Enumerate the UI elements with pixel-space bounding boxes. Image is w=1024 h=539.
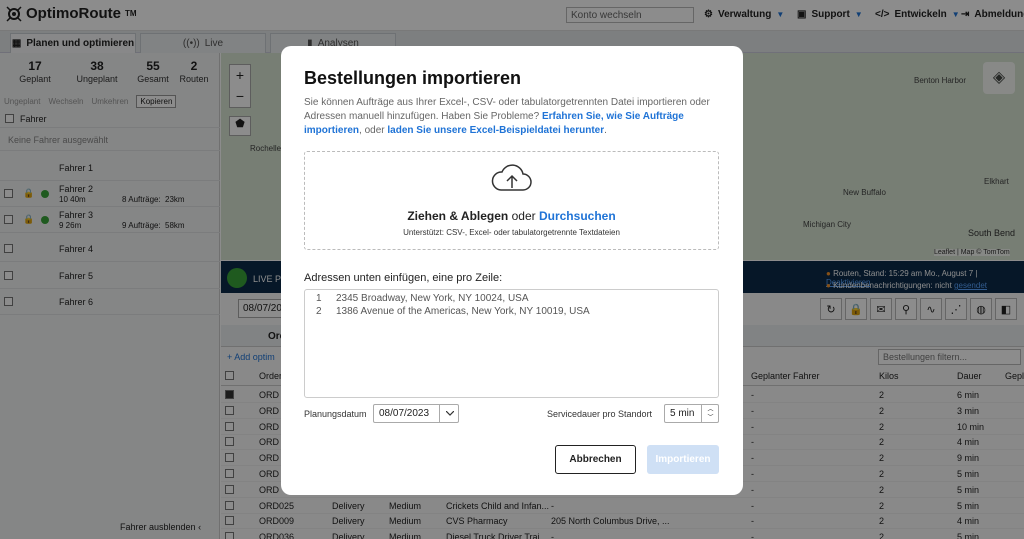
address-line: 1 2345 Broadway, New York, NY 10024, USA bbox=[316, 293, 529, 304]
modal-description: Sie können Aufträge aus Ihrer Excel-, CS… bbox=[304, 97, 710, 136]
download-sample-link[interactable]: laden Sie unsere Excel-Beispieldatei her… bbox=[387, 125, 604, 136]
chevron-up-icon[interactable]: ︿ bbox=[707, 406, 713, 414]
import-button[interactable]: Importieren bbox=[647, 445, 719, 474]
drop-zone-support: Unterstützt: CSV-, Excel- oder tabulator… bbox=[403, 228, 620, 237]
browse-link[interactable]: Durchsuchen bbox=[539, 209, 616, 223]
drop-zone-title: Ziehen & Ablegen oder Durchsuchen bbox=[407, 209, 616, 223]
address-line: 2 1386 Avenue of the Americas, New York, … bbox=[316, 306, 590, 317]
chevron-down-icon[interactable] bbox=[439, 404, 459, 423]
service-duration-label: Servicedauer pro Standort bbox=[547, 409, 653, 419]
modal-title: Bestellungen importieren bbox=[304, 68, 522, 88]
planning-date-label: Planungsdatum bbox=[304, 409, 367, 419]
chevron-down-icon[interactable]: ﹀ bbox=[707, 414, 713, 422]
cloud-upload-icon bbox=[491, 164, 532, 191]
cancel-button[interactable]: Abbrechen bbox=[555, 445, 636, 474]
service-duration-stepper[interactable]: ︿ ﹀ bbox=[701, 404, 719, 423]
paste-label: Adressen unten einfügen, eine pro Zeile: bbox=[304, 272, 503, 284]
